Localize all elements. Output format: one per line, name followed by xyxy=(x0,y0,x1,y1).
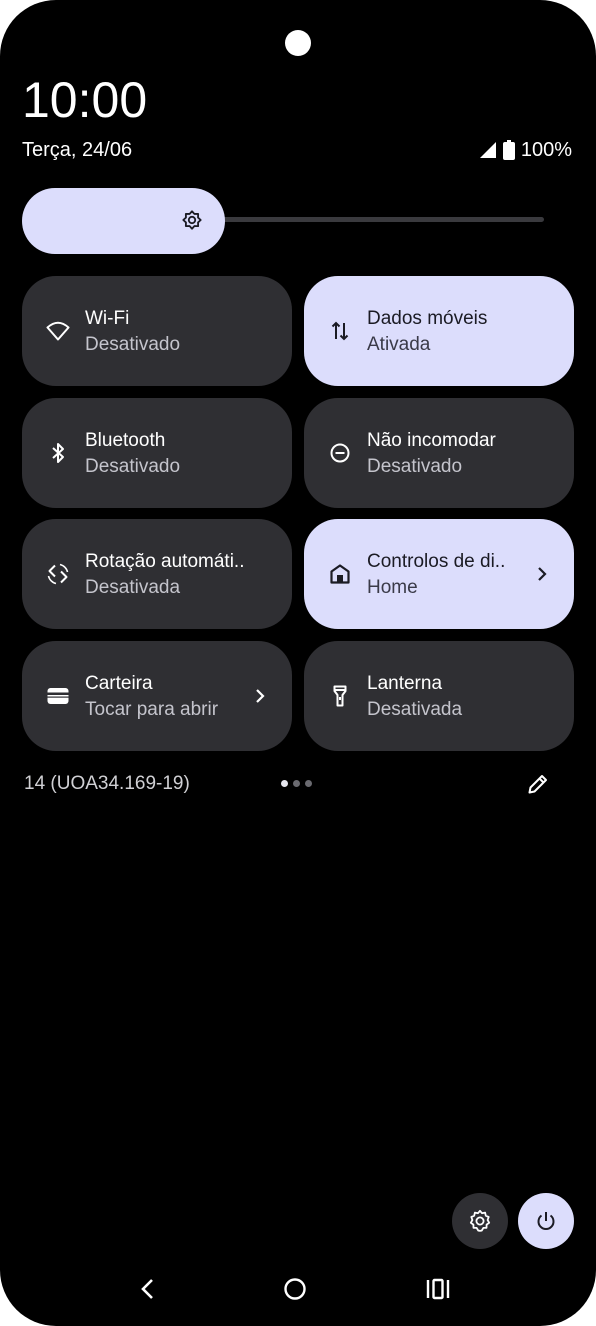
back-arrow-icon xyxy=(141,1279,153,1299)
tile-title: Controlos de di.. xyxy=(367,551,506,572)
quick-settings-screen: 10:00 Terça, 24/06 100% Wi-Fi Desativado… xyxy=(0,0,596,1326)
chevron-right-icon xyxy=(256,689,265,703)
date[interactable]: Terça, 24/06 xyxy=(22,138,132,162)
tile-wallet[interactable]: Carteira Tocar para abrir xyxy=(22,641,292,751)
page-dot xyxy=(293,780,300,787)
tile-title: Dados móveis xyxy=(367,308,488,329)
tile-subtitle: Desativado xyxy=(367,456,463,477)
battery-percent: 100% xyxy=(520,138,572,161)
tile-subtitle: Desativada xyxy=(85,577,181,598)
tile-wifi[interactable]: Wi-Fi Desativado xyxy=(22,276,292,386)
wifi-icon xyxy=(46,321,70,341)
tile-subtitle: Home xyxy=(367,577,418,598)
tile-title: Carteira xyxy=(85,673,153,694)
wallet-icon xyxy=(47,688,69,704)
tile-title: Rotação automáti.. xyxy=(85,551,245,572)
tile-subtitle: Ativada xyxy=(367,334,431,355)
tile-subtitle: Desativado xyxy=(85,334,181,355)
battery-icon xyxy=(502,140,515,160)
page-dot-active xyxy=(281,780,288,787)
home-icon xyxy=(330,564,350,584)
tile-mobile-data[interactable]: Dados móveis Ativada xyxy=(304,276,574,386)
home-circle-icon xyxy=(284,1278,306,1300)
do-not-disturb-icon xyxy=(330,443,350,463)
nav-home-button[interactable] xyxy=(278,1272,312,1306)
tile-title: Bluetooth xyxy=(85,430,166,451)
nav-back-button[interactable] xyxy=(131,1272,165,1306)
bluetooth-icon xyxy=(52,443,64,463)
mobile-data-icon xyxy=(331,321,349,341)
tile-title: Wi-Fi xyxy=(85,308,130,329)
gear-icon xyxy=(469,1209,491,1232)
tile-flashlight[interactable]: Lanterna Desativada xyxy=(304,641,574,751)
nav-recents-button[interactable] xyxy=(421,1272,455,1306)
tile-subtitle: Desativada xyxy=(367,699,463,720)
tile-subtitle: Tocar para abrir xyxy=(85,699,219,720)
tile-auto-rotate[interactable]: Rotação automáti.. Desativada xyxy=(22,519,292,629)
build-number[interactable]: 14 (UOA34.169-19) xyxy=(24,772,190,796)
flashlight-icon xyxy=(333,685,347,707)
clock[interactable]: 10:00 xyxy=(22,72,147,128)
brightness-slider-track[interactable] xyxy=(176,217,544,222)
signal-icon xyxy=(479,142,496,158)
edit-pencil-icon[interactable] xyxy=(526,772,550,796)
auto-rotate-icon xyxy=(47,563,69,585)
settings-button[interactable] xyxy=(452,1193,508,1249)
brightness-icon xyxy=(182,210,202,230)
tile-do-not-disturb[interactable]: Não incomodar Desativado xyxy=(304,398,574,508)
page-dot xyxy=(305,780,312,787)
tile-subtitle: Desativado xyxy=(85,456,181,477)
tile-bluetooth[interactable]: Bluetooth Desativado xyxy=(22,398,292,508)
tile-title: Não incomodar xyxy=(367,430,496,451)
tile-device-controls[interactable]: Controlos de di.. Home xyxy=(304,519,574,629)
recents-icon xyxy=(426,1278,450,1300)
page-indicator xyxy=(281,780,312,787)
chevron-right-icon xyxy=(538,567,547,581)
status-icons: 100% xyxy=(479,138,572,162)
power-button[interactable] xyxy=(518,1193,574,1249)
power-icon xyxy=(537,1212,555,1230)
tile-title: Lanterna xyxy=(367,673,443,694)
front-camera xyxy=(285,30,311,56)
